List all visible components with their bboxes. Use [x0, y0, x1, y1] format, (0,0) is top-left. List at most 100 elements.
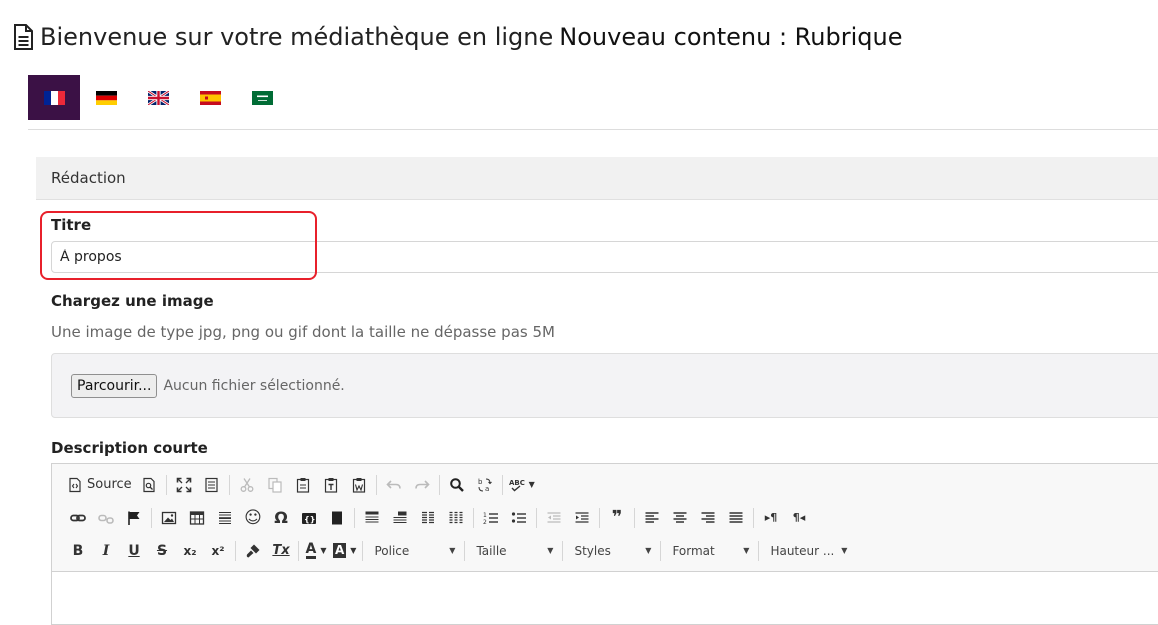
chevron-down-icon: ▼ [320, 546, 327, 555]
align-right-button[interactable] [697, 505, 719, 531]
blockquote-button[interactable]: ❞ [606, 505, 628, 531]
chevron-down-icon: ▼ [841, 546, 848, 555]
toolbar-row-2: ☺ Ω {} 1 2 ❞ ▸¶ ¶◂ [52, 501, 1158, 534]
anchor-button[interactable] [123, 505, 145, 531]
font-dropdown-label: Police [374, 543, 410, 558]
superscript-button[interactable]: x² [207, 538, 229, 564]
undo-icon [386, 479, 401, 489]
remove-format-button[interactable]: Tx [270, 538, 292, 564]
div-block-left-button[interactable] [361, 505, 383, 531]
language-tab-ar[interactable] [236, 75, 288, 120]
paste-button[interactable] [292, 472, 314, 498]
image-label: Chargez une image [51, 292, 214, 310]
align-left-button[interactable] [641, 505, 663, 531]
toolbar-separator [362, 540, 364, 561]
replace-button[interactable]: ba [474, 472, 496, 498]
language-tab-fr[interactable] [28, 75, 80, 120]
language-tab-es[interactable] [184, 75, 236, 120]
strikethrough-button[interactable]: S [151, 538, 173, 564]
page-title: Bienvenue sur votre médiathèque en ligne… [12, 20, 902, 54]
language-tab-en[interactable] [132, 75, 184, 120]
copy-button[interactable] [264, 472, 286, 498]
link-button[interactable] [67, 505, 89, 531]
find-button[interactable] [446, 472, 468, 498]
text-direction-ltr-icon: ▸¶ [764, 511, 778, 524]
text-color-button[interactable]: A ▼ [305, 538, 327, 564]
indent-icon [575, 511, 589, 523]
paste-word-button[interactable] [348, 472, 370, 498]
preview-icon [143, 477, 155, 492]
format-dropdown[interactable]: Format ▼ [664, 539, 755, 563]
indent-button[interactable] [571, 505, 593, 531]
redo-button[interactable] [411, 472, 433, 498]
numbered-list-button[interactable]: 12 [480, 505, 502, 531]
justify-icon [729, 511, 743, 523]
subscript-button[interactable]: x₂ [179, 538, 201, 564]
underline-button[interactable]: U [123, 538, 145, 564]
image-button[interactable] [158, 505, 180, 531]
italic-button[interactable]: I [95, 538, 117, 564]
align-left-icon [645, 511, 659, 523]
justify-button[interactable] [725, 505, 747, 531]
cut-button[interactable] [236, 472, 258, 498]
bold-button[interactable]: B [67, 538, 89, 564]
text-direction-rtl-icon: ¶◂ [792, 511, 806, 524]
horizontal-rule-icon [219, 511, 231, 524]
iframe-icon: {} [302, 512, 316, 524]
toolbar-separator [473, 507, 474, 528]
align-center-button[interactable] [669, 505, 691, 531]
file-upload-box: Parcourir... Aucun fichier sélectionné. [51, 353, 1158, 418]
size-dropdown[interactable]: Taille ▼ [468, 539, 559, 563]
styles-dropdown[interactable]: Styles ▼ [566, 539, 657, 563]
ltr-button[interactable]: ▸¶ [760, 505, 782, 531]
chevron-down-icon: ▼ [449, 546, 456, 555]
toolbar-separator [464, 540, 466, 561]
toolbar-separator [634, 507, 635, 528]
spellcheck-button[interactable]: ABC ▼ [509, 472, 535, 498]
three-columns-button[interactable] [445, 505, 467, 531]
special-char-button[interactable]: Ω [270, 505, 292, 531]
language-tab-de[interactable] [80, 75, 132, 120]
line-height-dropdown[interactable]: Hauteur ... ▼ [762, 539, 853, 563]
titre-input[interactable] [51, 241, 1158, 273]
file-status: Aucun fichier sélectionné. [163, 377, 345, 394]
background-color-button[interactable]: A ▼ [333, 538, 356, 564]
svg-text:{}: {} [304, 515, 315, 524]
undo-button[interactable] [383, 472, 405, 498]
language-tabs [28, 75, 288, 120]
block-right-icon [393, 511, 407, 523]
bulleted-list-button[interactable] [508, 505, 530, 531]
source-label: Source [87, 477, 132, 492]
div-block-right-button[interactable] [389, 505, 411, 531]
toolbar-separator [375, 474, 377, 495]
maximize-button[interactable] [173, 472, 195, 498]
browse-button[interactable]: Parcourir... [71, 373, 158, 398]
format-dropdown-label: Format [672, 543, 715, 558]
toolbar-separator [165, 474, 167, 495]
document-icon [12, 24, 34, 50]
toolbar-separator [599, 507, 600, 528]
smiley-button[interactable]: ☺ [242, 505, 264, 531]
iframe-button[interactable]: {} [298, 505, 320, 531]
editor-content-area[interactable] [52, 572, 1158, 622]
toolbar-separator [151, 507, 152, 528]
horizontal-rule-button[interactable] [214, 505, 236, 531]
source-button[interactable]: Source [67, 472, 132, 498]
paste-text-button[interactable] [320, 472, 342, 498]
rtl-button[interactable]: ¶◂ [788, 505, 810, 531]
font-dropdown[interactable]: Police ▼ [366, 539, 461, 563]
svg-text:1: 1 [483, 512, 487, 519]
bold-icon: B [72, 542, 84, 559]
paintbrush-icon [246, 544, 260, 557]
unlink-button[interactable] [95, 505, 117, 531]
show-blocks-button[interactable] [201, 472, 223, 498]
toolbar-separator [438, 474, 440, 495]
two-columns-button[interactable] [417, 505, 439, 531]
show-blocks-icon [205, 477, 218, 492]
copy-format-button[interactable] [242, 538, 264, 564]
image-hint: Une image de type jpg, png ou gif dont l… [51, 323, 555, 341]
preview-button[interactable] [138, 472, 160, 498]
table-button[interactable] [186, 505, 208, 531]
bookmark-button[interactable] [326, 505, 348, 531]
outdent-button[interactable] [543, 505, 565, 531]
